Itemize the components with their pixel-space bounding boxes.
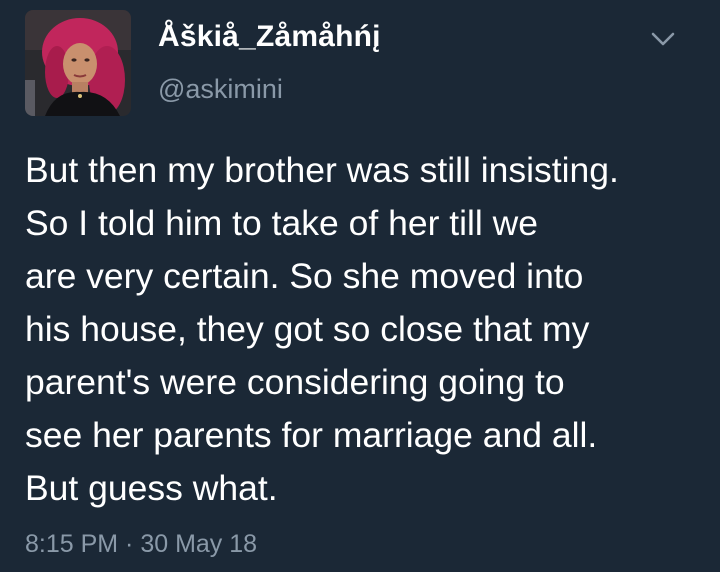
- tweet-card: Åškiå_Zåmåhńį @askimini But then my brot…: [0, 0, 720, 572]
- tweet-text-line: see her parents for marriage and all.: [25, 415, 598, 455]
- tweet-text-line: are very certain. So she moved into: [25, 256, 584, 296]
- tweet-text-line: But guess what.: [25, 468, 278, 508]
- author-handle[interactable]: @askimini: [158, 74, 283, 105]
- chevron-down-icon[interactable]: [646, 26, 680, 52]
- tweet-text: But then my brother was still insisting.…: [25, 144, 715, 515]
- tweet-text-line: his house, they got so close that my: [25, 309, 590, 349]
- tweet-text-line: But then my brother was still insisting.: [25, 150, 619, 190]
- avatar[interactable]: [25, 10, 131, 116]
- tweet-text-line: So I told him to take of her till we: [25, 203, 539, 243]
- profile-photo: [25, 10, 131, 116]
- tweet-timestamp[interactable]: 8:15 PM · 30 May 18: [25, 530, 257, 559]
- author-display-name[interactable]: Åškiå_Zåmåhńį: [158, 20, 381, 54]
- tweet-text-line: parent's were considering going to: [25, 362, 565, 402]
